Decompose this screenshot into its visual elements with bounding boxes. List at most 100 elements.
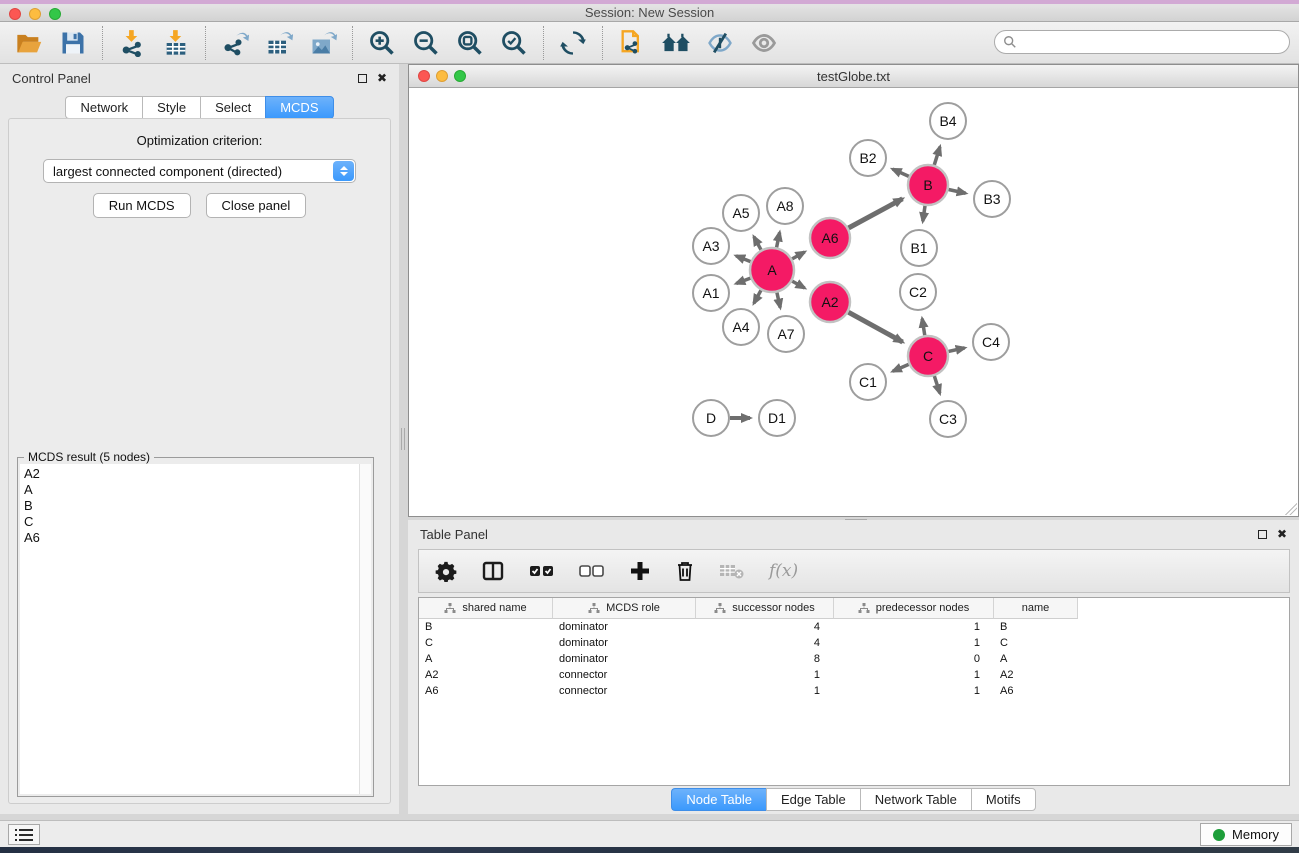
tab-style[interactable]: Style: [142, 96, 200, 119]
network-window-titlebar[interactable]: testGlobe.txt: [409, 65, 1298, 88]
float-panel-icon[interactable]: [358, 74, 367, 83]
edge-A-A8[interactable]: [777, 232, 780, 247]
task-list-icon: [15, 828, 33, 842]
table-panel: Table Panel ✖ f(x) sh: [408, 520, 1299, 814]
node-label-A: A: [767, 262, 777, 278]
mcds-result-list[interactable]: A2 A B C A6: [20, 464, 359, 794]
export-table-icon[interactable]: [264, 28, 294, 58]
column-header-predecessor-nodes[interactable]: predecessor nodes: [834, 598, 994, 619]
export-image-icon[interactable]: [308, 28, 338, 58]
edge-A-A4[interactable]: [754, 290, 761, 303]
edge-C-C4[interactable]: [948, 348, 964, 352]
tab-select[interactable]: Select: [200, 96, 265, 119]
node-label-C: C: [923, 348, 933, 364]
table-row[interactable]: B dominator 4 1 B: [419, 619, 1289, 635]
vertical-splitter[interactable]: [399, 64, 408, 814]
node-label-A7: A7: [777, 326, 794, 342]
show-panels-eye-icon[interactable]: [749, 28, 779, 58]
search-input[interactable]: [1017, 35, 1289, 49]
save-icon[interactable]: [58, 28, 88, 58]
open-folder-icon[interactable]: [14, 28, 44, 58]
home-layout-icon[interactable]: [661, 28, 691, 58]
edge-C-C2[interactable]: [922, 319, 925, 336]
tab-edge-table[interactable]: Edge Table: [766, 788, 860, 811]
edge-B-B2[interactable]: [893, 169, 909, 176]
column-header-name[interactable]: name: [994, 598, 1078, 619]
table-close-panel-icon[interactable]: ✖: [1277, 527, 1287, 541]
zoom-out-icon[interactable]: [411, 28, 441, 58]
result-item[interactable]: C: [24, 514, 359, 530]
table-settings-gear-icon[interactable]: [435, 556, 457, 586]
column-header-successor-nodes[interactable]: successor nodes: [696, 598, 834, 619]
column-header-shared-name[interactable]: shared name: [419, 598, 553, 619]
hide-panels-icon[interactable]: [705, 28, 735, 58]
result-item[interactable]: A6: [24, 530, 359, 546]
export-network-icon[interactable]: [220, 28, 250, 58]
search-icon: [1003, 35, 1017, 49]
network-file-icon[interactable]: [617, 28, 647, 58]
run-mcds-button[interactable]: Run MCDS: [93, 193, 191, 218]
zoom-in-icon[interactable]: [367, 28, 397, 58]
close-panel-icon[interactable]: ✖: [377, 71, 387, 85]
select-all-rows-icon[interactable]: [529, 556, 555, 586]
table-row[interactable]: A2 connector 1 1 A2: [419, 667, 1289, 683]
edge-A-A5[interactable]: [754, 237, 761, 250]
result-item[interactable]: A2: [24, 466, 359, 482]
table-header-row: shared name MCDS role successor nodes pr…: [419, 598, 1289, 619]
edge-A-A1[interactable]: [736, 278, 750, 283]
column-header-mcds-role[interactable]: MCDS role: [553, 598, 696, 619]
memory-button[interactable]: Memory: [1200, 823, 1292, 846]
node-label-B4: B4: [939, 113, 956, 129]
window-resize-handle[interactable]: [1285, 503, 1297, 515]
mcds-tab-content: Optimization criterion: largest connecte…: [8, 118, 391, 804]
node-label-D: D: [706, 410, 716, 426]
search-field[interactable]: [994, 30, 1290, 54]
app-titlebar: Session: New Session: [0, 0, 1299, 22]
refresh-icon[interactable]: [558, 28, 588, 58]
window-title: Session: New Session: [0, 5, 1299, 20]
tab-motifs[interactable]: Motifs: [971, 788, 1036, 811]
edge-B-B1[interactable]: [923, 206, 925, 221]
tab-mcds[interactable]: MCDS: [265, 96, 333, 119]
close-panel-button[interactable]: Close panel: [206, 193, 307, 218]
edge-C-C3[interactable]: [934, 376, 939, 393]
table-row[interactable]: C dominator 4 1 C: [419, 635, 1289, 651]
edge-A-A6[interactable]: [792, 252, 804, 259]
zoom-fit-icon[interactable]: [455, 28, 485, 58]
memory-label: Memory: [1232, 827, 1279, 842]
network-window-title: testGlobe.txt: [409, 69, 1298, 84]
task-history-button[interactable]: [8, 824, 40, 845]
edge-C-C1[interactable]: [893, 364, 909, 371]
add-column-icon[interactable]: [629, 556, 651, 586]
import-network-icon[interactable]: [117, 28, 147, 58]
import-table-icon[interactable]: [161, 28, 191, 58]
node-label-A3: A3: [702, 238, 719, 254]
edge-A-A2[interactable]: [792, 281, 804, 288]
edge-B-B3[interactable]: [949, 189, 966, 193]
delete-column-icon[interactable]: [675, 556, 695, 586]
mcds-result-title: MCDS result (5 nodes): [24, 450, 154, 464]
deselect-all-rows-icon[interactable]: [579, 556, 605, 586]
tab-network[interactable]: Network: [65, 96, 142, 119]
optimization-criterion-select[interactable]: largest connected component (directed): [43, 159, 356, 183]
edge-A-A3[interactable]: [736, 256, 750, 262]
zoom-selected-icon[interactable]: [499, 28, 529, 58]
edge-A2-C[interactable]: [848, 312, 902, 342]
table-row[interactable]: A6 connector 1 1 A6: [419, 683, 1289, 699]
edge-A-A7[interactable]: [777, 292, 780, 307]
edge-A6-B[interactable]: [848, 199, 902, 228]
node-label-A1: A1: [702, 285, 719, 301]
node-label-A8: A8: [776, 198, 793, 214]
column-chooser-icon[interactable]: [481, 556, 505, 586]
node-label-C2: C2: [909, 284, 927, 300]
result-item[interactable]: A: [24, 482, 359, 498]
network-graph-canvas[interactable]: B4B2BB3A8A5A6B1A3AA1C2A2A4A7C4CC1C3DD1: [409, 88, 1298, 517]
tab-network-table[interactable]: Network Table: [860, 788, 971, 811]
desktop-bottom-strip: [0, 847, 1299, 853]
tab-node-table[interactable]: Node Table: [671, 788, 766, 811]
table-row[interactable]: A dominator 8 0 A: [419, 651, 1289, 667]
result-scrollbar[interactable]: [359, 464, 371, 794]
table-float-panel-icon[interactable]: [1258, 530, 1267, 539]
edge-B-B4[interactable]: [934, 147, 940, 165]
result-item[interactable]: B: [24, 498, 359, 514]
